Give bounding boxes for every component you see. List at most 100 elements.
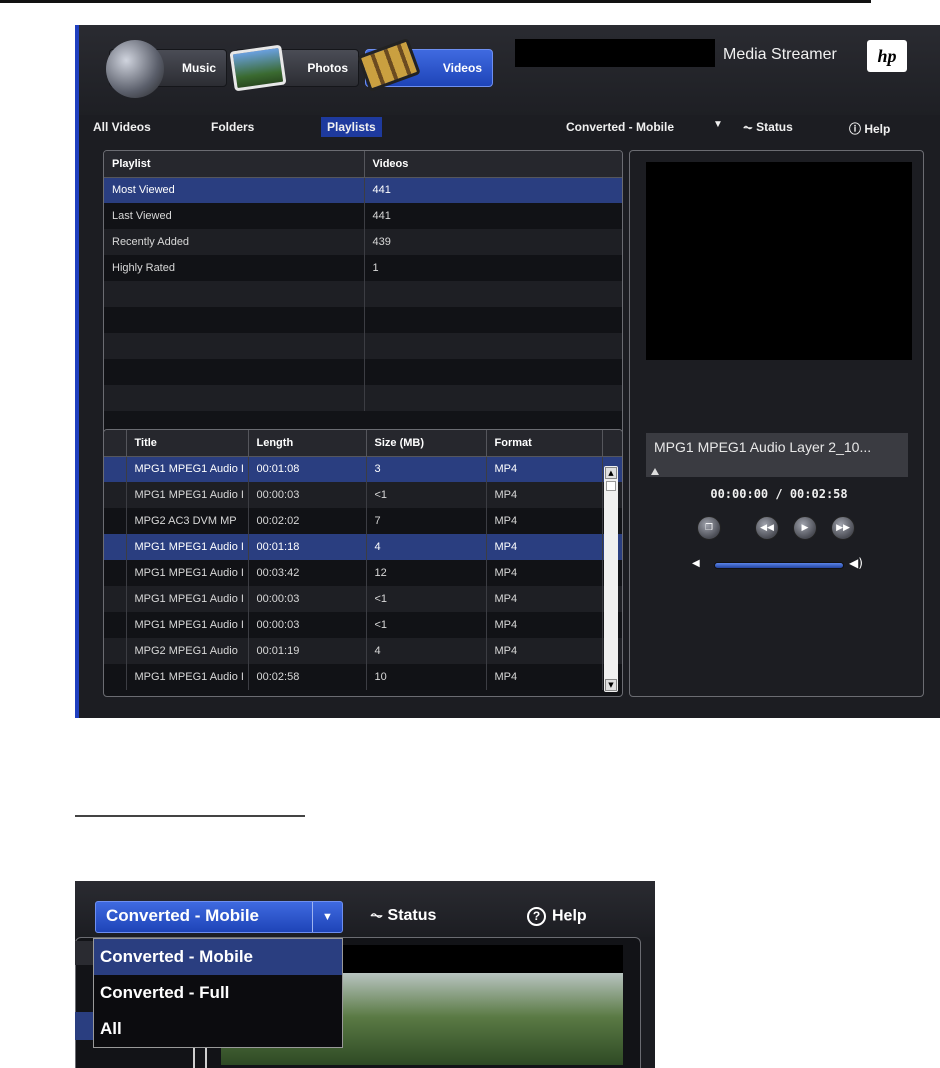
video-format: MP4 [486, 612, 603, 638]
rewind-button[interactable]: ◀◀ [755, 516, 779, 540]
scrollbar-thumb[interactable] [606, 481, 616, 491]
playlist-row[interactable]: Highly Rated 1 [104, 255, 622, 281]
option-converted-mobile[interactable]: Converted - Mobile [94, 939, 342, 975]
video-size: <1 [366, 612, 487, 638]
scroll-down-icon[interactable]: ▼ [605, 679, 617, 691]
playlist-row[interactable]: Recently Added 439 [104, 229, 622, 255]
seek-marker[interactable] [651, 468, 659, 475]
table-row[interactable]: MPG2 MPEG1 Audio 00:01:19 4 MP4 [104, 638, 622, 664]
nav-all-videos[interactable]: All Videos [93, 120, 151, 134]
video-format: MP4 [486, 586, 603, 612]
video-length: 00:02:58 [248, 664, 367, 690]
headphones-icon [106, 40, 164, 98]
help-icon: ? [527, 907, 546, 926]
table-row[interactable]: MPG1 MPEG1 Audio I 00:00:03 <1 MP4 [104, 482, 622, 508]
status-button[interactable]: ⏦ Status [743, 120, 793, 135]
detail-header-cell [75, 941, 93, 965]
pulse-icon: ⏦ [743, 120, 757, 134]
video-list-scrollbar[interactable]: ▲ ▼ [604, 466, 618, 692]
playlist-name: Recently Added [104, 229, 365, 255]
table-row[interactable]: MPG1 MPEG1 Audio I 00:03:42 12 MP4 [104, 560, 622, 586]
volume-slider[interactable] [714, 562, 844, 569]
tab-photos-label: Photos [307, 61, 348, 75]
video-format: MP4 [486, 482, 603, 508]
chevron-down-icon[interactable]: ▼ [312, 902, 342, 932]
title-area [515, 39, 715, 67]
nav-folders[interactable]: Folders [211, 120, 254, 134]
help-button[interactable]: ⓘ Help [849, 120, 890, 137]
scroll-up-icon[interactable]: ▲ [605, 467, 617, 479]
play-button[interactable]: ▶ [793, 516, 817, 540]
rewind-icon: ◀◀ [760, 523, 774, 533]
video-size: 12 [366, 560, 487, 586]
col-length[interactable]: Length [248, 430, 367, 457]
video-title: MPG1 MPEG1 Audio I [126, 664, 249, 690]
table-row[interactable]: MPG1 MPEG1 Audio I 00:01:18 4 MP4 [104, 534, 622, 560]
video-length: 00:00:03 [248, 586, 367, 612]
filter-dropdown-expanded[interactable]: Converted - Mobile ▼ [95, 901, 343, 933]
video-format: MP4 [486, 664, 603, 690]
fast-forward-button[interactable]: ▶▶ [831, 516, 855, 540]
video-size: <1 [366, 586, 487, 612]
col-format[interactable]: Format [486, 430, 603, 457]
video-size: 3 [366, 456, 487, 482]
volume-down-icon[interactable]: ◀ [692, 558, 700, 569]
table-row[interactable]: MPG1 MPEG1 Audio I 00:00:03 <1 MP4 [104, 586, 622, 612]
table-row[interactable]: MPG1 MPEG1 Audio I 00:00:03 <1 MP4 [104, 612, 622, 638]
playlist-header-row: Playlist Videos [104, 151, 622, 178]
fullscreen-button[interactable]: ❐ [697, 516, 721, 540]
video-list-panel: Title Length Size (MB) Format MPG1 MPEG1… [103, 429, 623, 697]
video-length: 00:01:18 [248, 534, 367, 560]
playlist-panel: Playlist Videos Most Viewed 441 Last View… [103, 150, 623, 444]
empty-row [104, 307, 622, 333]
table-row[interactable]: MPG1 MPEG1 Audio I 00:02:58 10 MP4 [104, 664, 622, 690]
video-header-row: Title Length Size (MB) Format [104, 430, 622, 457]
window-icon: ❐ [704, 523, 714, 533]
col-title[interactable]: Title [126, 430, 249, 457]
video-length: 00:00:03 [248, 482, 367, 508]
empty-row [104, 359, 622, 385]
empty-row [104, 333, 622, 359]
status-button-detail[interactable]: ⏦ Status [370, 907, 436, 925]
nav-playlists[interactable]: Playlists [321, 117, 382, 137]
tab-music[interactable]: Music [106, 40, 227, 98]
video-size: 10 [366, 664, 487, 690]
video-title: MPG1 MPEG1 Audio I [126, 586, 249, 612]
brand-label: Media Streamer [723, 46, 837, 63]
empty-row [104, 281, 622, 307]
video-title: MPG1 MPEG1 Audio I [126, 456, 249, 482]
option-all[interactable]: All [94, 1011, 342, 1047]
filter-options-menu: Converted - Mobile Converted - Full All [93, 938, 343, 1048]
help-label: Help [864, 122, 891, 136]
fast-forward-icon: ▶▶ [836, 523, 850, 533]
tab-photos[interactable]: Photos [229, 44, 359, 92]
col-videos[interactable]: Videos [364, 151, 622, 178]
table-row[interactable]: MPG2 AC3 DVM MP 00:02:02 7 MP4 [104, 508, 622, 534]
video-screen[interactable] [646, 162, 912, 360]
volume-up-icon[interactable]: ◀) [849, 556, 863, 570]
tab-videos[interactable]: Videos [357, 37, 493, 93]
playlist-name: Last Viewed [104, 203, 365, 229]
table-row[interactable]: MPG1 MPEG1 Audio I 00:01:08 3 MP4 [104, 456, 622, 482]
top-rule [0, 0, 871, 3]
video-format: MP4 [486, 456, 603, 482]
chevron-down-icon[interactable]: ▼ [713, 119, 723, 130]
col-size[interactable]: Size (MB) [366, 430, 487, 457]
help-button-detail[interactable]: ? Help [527, 907, 587, 926]
col-playlist[interactable]: Playlist [104, 151, 365, 178]
detail-selected-row [75, 1012, 95, 1040]
option-converted-full[interactable]: Converted - Full [94, 975, 342, 1011]
playlist-row[interactable]: Most Viewed 441 [104, 177, 622, 203]
filter-dropdown-value: Converted - Mobile [106, 906, 260, 925]
playlist-row[interactable]: Last Viewed 441 [104, 203, 622, 229]
playlist-count: 441 [364, 177, 622, 203]
video-size: 7 [366, 508, 487, 534]
video-size: 4 [366, 638, 487, 664]
hp-logo: hp [867, 40, 907, 72]
pulse-icon: ⏦ [370, 907, 388, 924]
video-format: MP4 [486, 560, 603, 586]
section-rule [75, 815, 305, 817]
video-size: <1 [366, 482, 487, 508]
filter-dropdown[interactable]: Converted - Mobile [566, 120, 674, 134]
video-format: MP4 [486, 534, 603, 560]
